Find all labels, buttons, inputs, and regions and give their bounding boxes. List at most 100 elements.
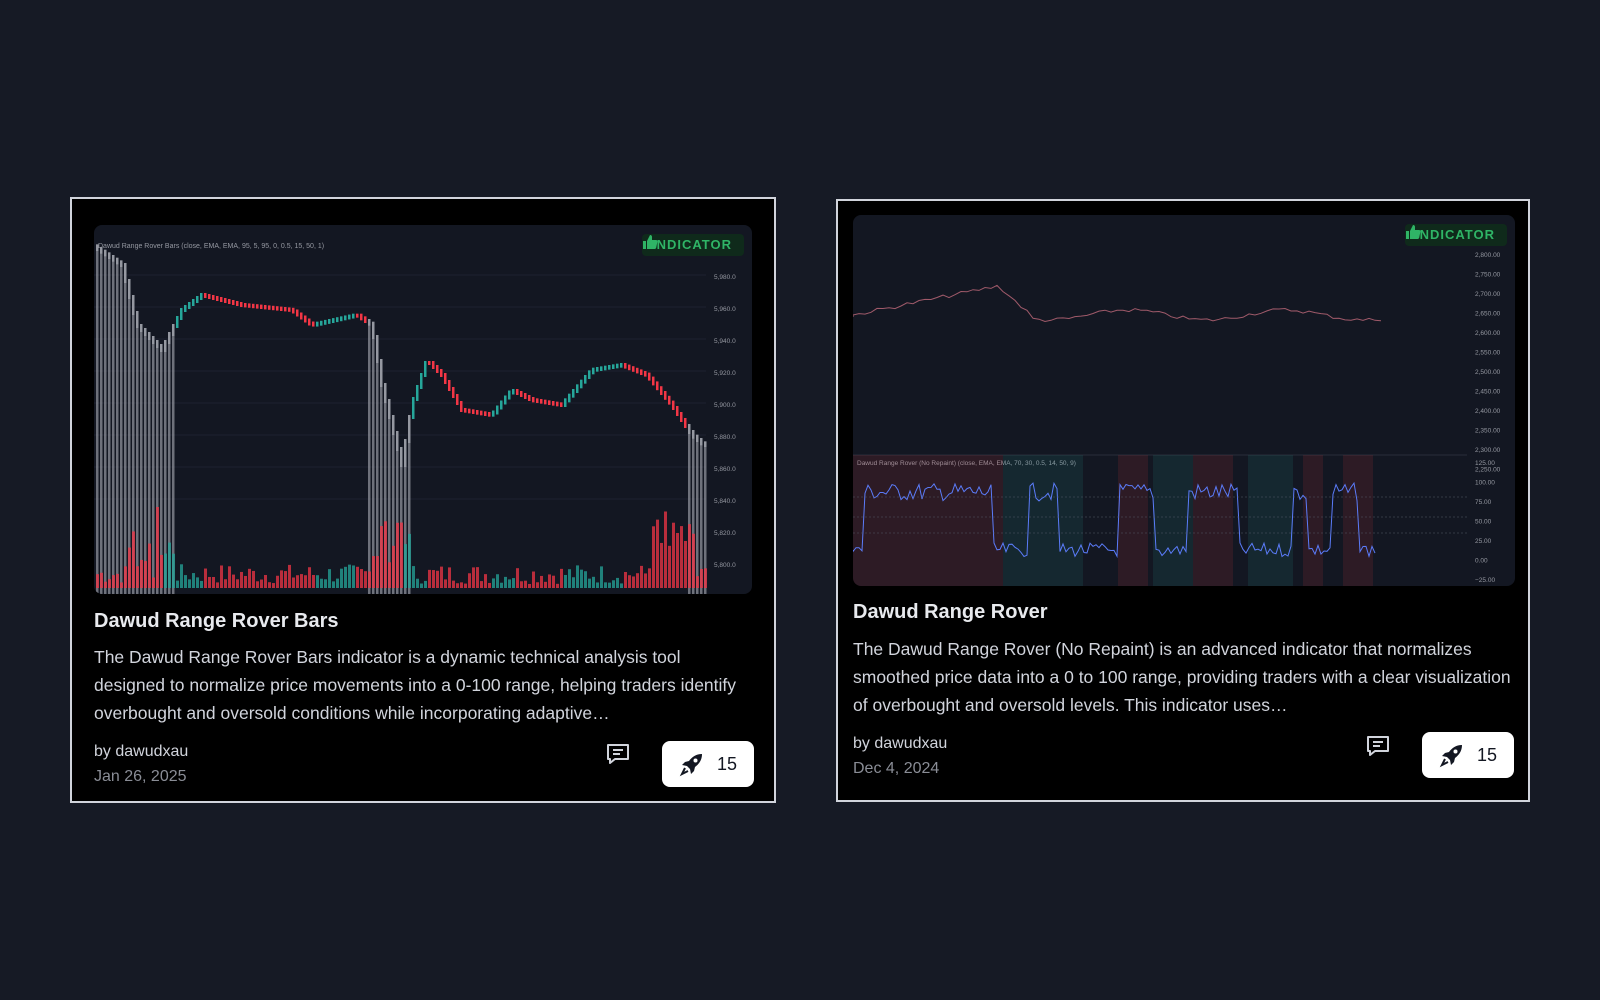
candle: [420, 373, 423, 389]
volume-bar: [396, 522, 399, 588]
card-date: Jan 26, 2025: [94, 768, 187, 785]
volume-bar: [288, 564, 291, 588]
boost-count: 15: [1476, 744, 1498, 765]
candle: [584, 375, 587, 384]
candle: [684, 418, 687, 428]
candle: [352, 313, 355, 319]
candle: [272, 305, 275, 311]
boost-button[interactable]: 15: [1422, 732, 1514, 778]
candle: [664, 391, 667, 400]
candle: [656, 381, 659, 391]
volume-bar: [604, 582, 607, 588]
volume-bar: [408, 533, 411, 588]
volume-bar: [108, 579, 111, 588]
candle: [528, 395, 531, 401]
volume-bar: [668, 545, 671, 588]
candle: [296, 309, 299, 317]
candle: [616, 363, 619, 369]
price-tick: 2,750.00: [1475, 272, 1501, 279]
comments-button[interactable]: [1363, 731, 1393, 761]
candle: [220, 297, 223, 302]
price-tick: 5,880.0: [714, 434, 736, 441]
card-author[interactable]: by dawudxau: [94, 742, 188, 762]
candle: [308, 318, 311, 326]
candle: [244, 303, 247, 308]
rocket-icon: [679, 754, 702, 777]
volume-bar: [508, 579, 511, 588]
range-bar: [104, 251, 107, 594]
indicator-card-2[interactable]: 2,800.00 2,750.00 2,700.00 2,650.00 2,600.00…: [836, 199, 1530, 802]
candle: [576, 384, 579, 393]
range-bar: [120, 262, 123, 594]
volume-bar: [176, 580, 179, 588]
volume-bar: [424, 580, 427, 588]
candle: [424, 361, 427, 377]
candle: [572, 389, 575, 398]
volume-bar: [480, 581, 483, 588]
volume-bar: [412, 566, 415, 588]
candle: [588, 370, 591, 379]
range-bar: [140, 326, 143, 594]
price-tick: 5,960.0: [714, 306, 736, 313]
volume-bar: [292, 577, 295, 588]
volume-bar: [280, 570, 283, 588]
chart-thumbnail[interactable]: 2,800.00 2,750.00 2,700.00 2,650.00 2,600.00…: [853, 215, 1515, 586]
card-date: Dec 4, 2024: [853, 760, 940, 777]
chart-legend: Dawud Range Rover Bars (close, EMA, EMA,…: [98, 243, 324, 250]
price-tick: 2,400.00: [1475, 408, 1501, 415]
candle: [496, 405, 499, 415]
candle: [476, 410, 479, 415]
volume-bar: [648, 568, 651, 588]
candle: [440, 369, 443, 377]
volume-bar: [304, 575, 307, 588]
price-tick: 2,600.00: [1475, 330, 1501, 337]
chart-thumbnail[interactable]: Dawud Range Rover Bars (close, EMA, EMA,…: [94, 225, 752, 594]
candle: [348, 314, 351, 320]
candle: [248, 303, 251, 308]
range-bar: [124, 265, 127, 594]
comments-button[interactable]: [603, 739, 633, 769]
oscillator-tick: 75.00: [1475, 499, 1492, 506]
volume-bar: [124, 566, 127, 588]
candle: [228, 299, 231, 304]
volume-bar: [164, 553, 167, 588]
oscillator-tick: 25.00: [1475, 538, 1492, 545]
volume-bar: [560, 568, 563, 588]
candle: [556, 401, 559, 407]
candle: [264, 305, 267, 310]
volume-bar: [580, 569, 583, 588]
candle: [540, 399, 543, 404]
indicator-card-1[interactable]: Dawud Range Rover Bars (close, EMA, EMA,…: [70, 197, 776, 803]
card-author[interactable]: by dawudxau: [853, 734, 947, 754]
volume-bar: [660, 542, 663, 588]
candle: [580, 379, 583, 389]
chart-preview-image: Dawud Range Rover Bars (close, EMA, EMA,…: [94, 243, 736, 594]
card-title[interactable]: Dawud Range Rover Bars: [94, 608, 339, 634]
candle: [404, 439, 407, 467]
volume-bar: [180, 564, 183, 588]
price-tick: 2,650.00: [1475, 311, 1501, 318]
candle: [408, 415, 411, 443]
card-description: The Dawud Range Rover Bars indicator is …: [94, 647, 737, 723]
badge-label: INDICATOR: [651, 237, 732, 252]
candle: [340, 316, 343, 322]
price-tick: 2,800.00: [1475, 252, 1501, 259]
volume-bar: [344, 566, 347, 588]
candle: [480, 410, 483, 416]
candle: [508, 390, 511, 400]
volume-bar: [244, 575, 247, 588]
card-title[interactable]: Dawud Range Rover: [853, 599, 1047, 625]
volume-bar: [448, 567, 451, 588]
volume-bar: [584, 571, 587, 588]
volume-bar: [432, 570, 435, 588]
candle: [484, 411, 487, 416]
volume-bar: [608, 582, 611, 588]
volume-bar: [520, 581, 523, 588]
volume-bar: [420, 583, 423, 588]
range-bar: [100, 249, 103, 594]
volume-bar: [416, 578, 419, 588]
boost-button[interactable]: 15: [662, 741, 754, 787]
volume-bar: [464, 583, 467, 588]
volume-bar: [220, 565, 223, 588]
volume-bar: [380, 526, 383, 588]
